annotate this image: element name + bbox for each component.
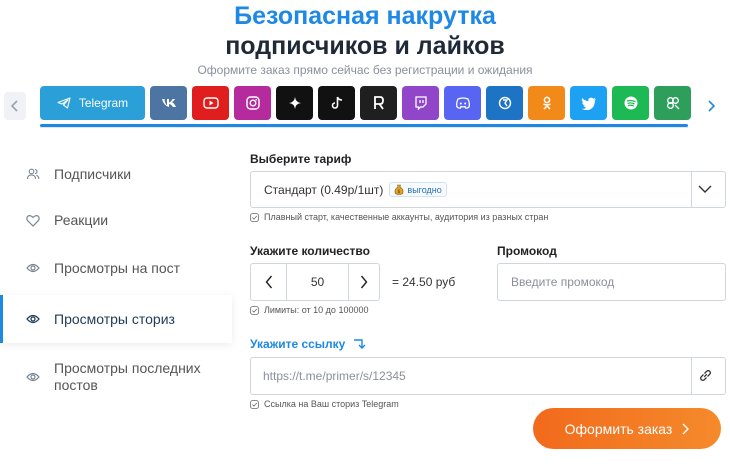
youtube-icon: [202, 97, 219, 109]
sidebar-item-story-views[interactable]: Просмотры сториз: [0, 295, 232, 343]
platform-telegram-button[interactable]: Telegram: [40, 86, 145, 120]
sidebar-item-label: Просмотры на пост: [54, 260, 181, 276]
discord-icon: [455, 97, 470, 109]
carousel-prev-button[interactable]: [4, 92, 26, 120]
eye-icon: [26, 370, 40, 384]
promo-label: Промокод: [497, 244, 557, 258]
twitch-icon: [415, 96, 427, 110]
money-bag-icon: $: [395, 184, 404, 195]
platform-spotify-button[interactable]: [612, 86, 649, 120]
platform-vk-button[interactable]: [150, 86, 187, 120]
link-hint-text: Ссылка на Ваш сториз Telegram: [264, 399, 399, 409]
link-label-row: Укажите ссылку: [250, 337, 367, 351]
link-hint: Ссылка на Ваш сториз Telegram: [250, 399, 399, 409]
eye-icon: [26, 261, 40, 275]
tariff-select[interactable]: Стандарт (0.49р/1шт) $ выгодно: [250, 171, 726, 208]
check-circle-icon: [250, 212, 259, 222]
instagram-icon: [245, 96, 260, 110]
link-icon[interactable]: [698, 368, 713, 383]
sidebar-item-subscribers[interactable]: Подписчики: [0, 152, 232, 196]
check-circle-icon: [250, 305, 259, 315]
platform-carousel: Telegram: [40, 86, 691, 120]
link-label: Укажите ссылку: [250, 337, 346, 351]
sparkle-icon: [288, 97, 301, 109]
chevron-left-icon: [265, 275, 272, 289]
carousel-next-button[interactable]: [700, 92, 722, 120]
tariff-label: Выберите тариф: [250, 152, 352, 166]
sidebar-item-label: Подписчики: [54, 166, 132, 182]
quantity-label: Укажите количество: [250, 244, 370, 258]
svg-text:$: $: [398, 189, 401, 195]
chevron-right-icon: [682, 423, 690, 434]
sidebar-item-label: Реакции: [54, 212, 109, 228]
platform-rutube-button[interactable]: [360, 86, 397, 120]
users-icon: [26, 167, 40, 181]
arrow-down-right-icon: [354, 339, 366, 349]
page-subtitle: Оформите заказ прямо сейчас без регистра…: [197, 63, 533, 77]
platform-likee-button[interactable]: [486, 86, 523, 120]
quantity-total: = 24.50 руб: [392, 275, 456, 289]
telegram-icon: [57, 97, 71, 109]
spotify-icon: [624, 96, 637, 110]
tariff-badge: $ выгодно: [389, 182, 447, 197]
service-sidebar: Подписчики Реакции Просмотры на пост Про…: [0, 152, 232, 407]
field-divider: [691, 358, 692, 394]
platform-discord-button[interactable]: [444, 86, 481, 120]
platform-instagram-button[interactable]: [234, 86, 271, 120]
heart-icon: [26, 213, 40, 227]
page-title-line1: Безопасная накрутка: [234, 2, 496, 30]
chevron-right-icon: [360, 275, 368, 289]
promo-field[interactable]: Введите промокод: [497, 263, 726, 301]
sidebar-item-reactions[interactable]: Реакции: [0, 196, 232, 244]
rutube-icon: [373, 96, 384, 110]
clover-icon: [666, 97, 679, 110]
carousel-scrollbar[interactable]: [40, 124, 688, 127]
tariff-selected-value: Стандарт (0.49р/1шт): [264, 182, 384, 197]
sidebar-item-recent-post-views[interactable]: Просмотры последних постов: [0, 347, 232, 407]
quantity-decrement-button[interactable]: [251, 264, 287, 300]
chevron-left-icon: [11, 100, 18, 112]
platform-youtube-button[interactable]: [192, 86, 229, 120]
tariff-badge-text: выгодно: [407, 184, 442, 195]
sidebar-item-label: Просмотры последних постов: [54, 360, 201, 393]
quantity-hint: Лимиты: от 10 до 100000: [250, 305, 368, 315]
page-title-line2: подписчиков и лайков: [225, 32, 505, 60]
select-divider: [691, 172, 692, 207]
chevron-down-icon[interactable]: [698, 184, 712, 194]
platform-ok-button[interactable]: [528, 86, 565, 120]
vk-icon: [161, 99, 176, 107]
platform-twitter-button[interactable]: [570, 86, 607, 120]
link-placeholder: https://t.me/primer/s/12345: [263, 369, 406, 383]
platform-threads-button[interactable]: [276, 86, 313, 120]
platform-telegram-label: Telegram: [78, 96, 129, 110]
platform-other-button[interactable]: [654, 86, 691, 120]
promo-placeholder: Введите промокод: [511, 275, 615, 289]
ok-icon: [542, 96, 551, 110]
chevron-right-icon: [708, 100, 715, 112]
platform-twitch-button[interactable]: [402, 86, 439, 120]
quantity-input[interactable]: 50: [287, 264, 348, 300]
sidebar-item-post-views[interactable]: Просмотры на пост: [0, 244, 232, 292]
carousel-track: [40, 127, 688, 128]
link-field[interactable]: https://t.me/primer/s/12345: [250, 357, 726, 395]
check-circle-icon: [250, 399, 259, 409]
platform-tiktok-button[interactable]: [318, 86, 355, 120]
tiktok-icon: [331, 96, 342, 109]
tariff-hint: Плавный старт, качественные аккаунты, ау…: [250, 212, 548, 222]
likee-icon: [498, 96, 511, 110]
quantity-stepper: 50: [250, 263, 380, 301]
sidebar-item-label: Просмотры сториз: [54, 311, 175, 327]
quantity-increment-button[interactable]: [348, 264, 379, 300]
order-button-label: Оформить заказ: [564, 420, 673, 437]
twitter-icon: [581, 97, 596, 110]
order-button[interactable]: Оформить заказ: [533, 408, 721, 449]
tariff-hint-text: Плавный старт, качественные аккаунты, ау…: [264, 212, 549, 222]
eye-icon: [26, 312, 40, 326]
quantity-hint-text: Лимиты: от 10 до 100000: [264, 305, 369, 315]
